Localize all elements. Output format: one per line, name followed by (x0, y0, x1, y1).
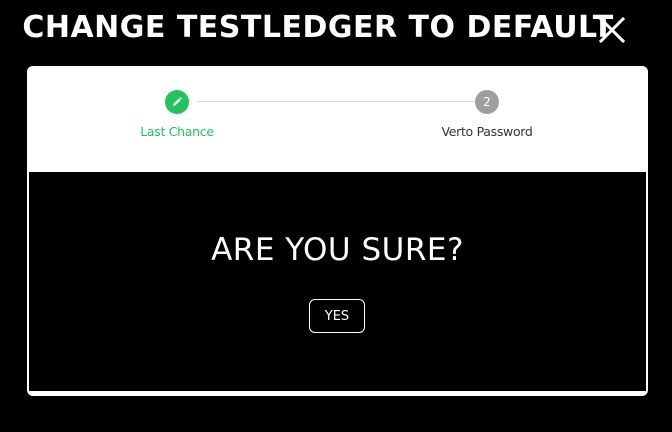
confirm-modal: Last Chance 2 Verto Password ARE YOU SUR… (27, 66, 648, 396)
step-2-indicator: 2 (475, 90, 499, 114)
page-title: CHANGE TESTLEDGER TO DEFAULT (22, 10, 614, 45)
close-button[interactable] (594, 12, 630, 48)
confirm-question: ARE YOU SURE? (211, 232, 464, 268)
step-1-label: Last Chance (140, 124, 214, 139)
close-icon (598, 16, 626, 44)
step-2-number: 2 (483, 95, 491, 109)
pencil-icon (173, 97, 182, 106)
step-2-label: Verto Password (441, 124, 533, 139)
step-connector (197, 101, 475, 102)
step-1-indicator (165, 90, 189, 114)
yes-button[interactable]: YES (309, 299, 365, 333)
stepper: Last Chance 2 Verto Password (27, 66, 648, 172)
confirm-content: ARE YOU SURE? YES (29, 172, 646, 391)
